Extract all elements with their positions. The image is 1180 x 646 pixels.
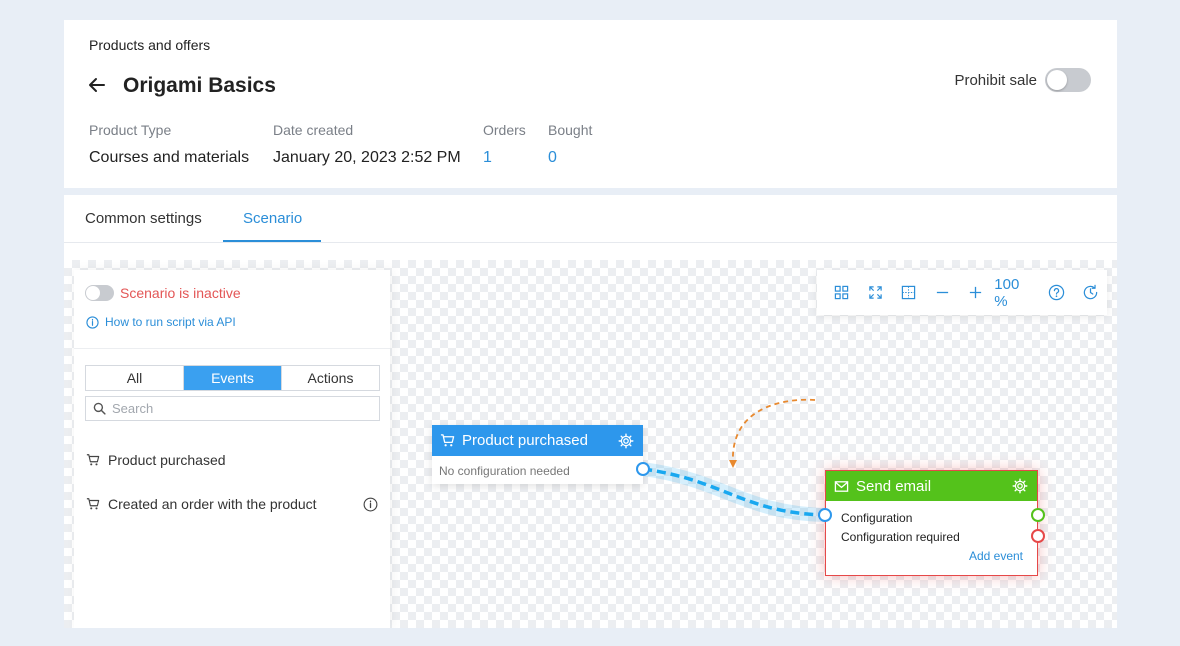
api-help-link[interactable]: How to run script via API: [86, 315, 236, 329]
meta-label: Date created: [273, 122, 354, 138]
info-icon[interactable]: [363, 497, 378, 517]
meta-label: Bought: [548, 122, 593, 138]
product-header: Products and offers Origami Basics Prohi…: [64, 20, 1117, 188]
tab-scenario[interactable]: Scenario: [243, 210, 302, 227]
filter-all[interactable]: All: [86, 366, 184, 390]
prohibit-sale-toggle[interactable]: [1045, 68, 1091, 92]
success-port[interactable]: [1031, 508, 1045, 522]
add-event-link[interactable]: Add event: [969, 549, 1023, 563]
api-help-label: How to run script via API: [105, 315, 236, 329]
search-input[interactable]: [112, 401, 372, 416]
gear-icon[interactable]: [617, 432, 635, 450]
output-port[interactable]: [636, 462, 650, 476]
divider: [74, 348, 390, 349]
active-tab-indicator: [223, 240, 321, 242]
back-arrow-icon[interactable]: [86, 74, 108, 96]
search-icon: [93, 402, 106, 415]
prohibit-sale-label: Prohibit sale: [954, 71, 1037, 89]
node-subtitle: No configuration needed: [439, 464, 570, 478]
action-node-send-email[interactable]: Send email Configuration Configuration r…: [818, 470, 1045, 576]
events-panel: Scenario is inactive How to run script v…: [74, 270, 390, 628]
bought-count-link[interactable]: 0: [548, 149, 592, 167]
help-icon[interactable]: [1040, 278, 1073, 308]
meta-bought: Bought 0: [548, 122, 592, 167]
zoom-out-icon[interactable]: [925, 278, 958, 308]
scenario-card: Common settings Scenario Scenario is ina…: [64, 195, 1117, 628]
fit-screen-icon[interactable]: [858, 278, 891, 308]
search-box: [85, 396, 380, 421]
page-title: Origami Basics: [123, 74, 276, 97]
event-item-product-purchased[interactable]: Product purchased: [86, 452, 226, 468]
meta-value: January 20, 2023 2:52 PM: [273, 149, 461, 166]
meta-value: Courses and materials: [89, 149, 250, 166]
scenario-active-toggle[interactable]: [85, 285, 114, 301]
canvas-toolbar: 100 %: [817, 270, 1107, 315]
event-item-order-created[interactable]: Created an order with the product: [86, 496, 317, 512]
select-area-icon[interactable]: [892, 278, 925, 308]
node-title: Product purchased: [462, 432, 588, 449]
prohibit-sale-control: Prohibit sale: [954, 68, 1091, 92]
meta-orders: Orders 1: [483, 122, 526, 167]
failure-port[interactable]: [1031, 529, 1045, 543]
zoom-in-icon[interactable]: [959, 278, 992, 308]
filter-events[interactable]: Events: [184, 366, 282, 390]
trigger-node-product-purchased[interactable]: Product purchased No configuration neede…: [432, 425, 650, 484]
input-port[interactable]: [818, 508, 832, 522]
node-header: Product purchased: [432, 425, 643, 456]
cart-icon: [86, 454, 100, 466]
grid-icon[interactable]: [825, 278, 858, 308]
scenario-status: Scenario is inactive: [120, 285, 241, 301]
node-config-status: Configuration required: [841, 530, 960, 544]
node-config-label: Configuration: [841, 511, 913, 525]
history-icon[interactable]: [1074, 278, 1107, 308]
zoom-level: 100 %: [994, 275, 1020, 310]
meta-product-type: Product Type Courses and materials: [89, 122, 249, 167]
tab-bar: Common settings Scenario: [64, 195, 1117, 243]
node-title: Send email: [856, 477, 932, 495]
filter-actions[interactable]: Actions: [282, 366, 379, 390]
meta-label: Orders: [483, 122, 526, 138]
mail-icon: [834, 480, 849, 492]
breadcrumb[interactable]: Products and offers: [89, 37, 210, 53]
cart-icon: [86, 498, 100, 510]
gear-icon[interactable]: [1011, 477, 1029, 495]
event-label: Created an order with the product: [108, 496, 317, 512]
cart-icon: [440, 434, 455, 447]
info-icon: [86, 315, 99, 329]
node-header: Send email: [826, 471, 1037, 501]
filter-segmented-control: All Events Actions: [85, 365, 380, 391]
orders-count-link[interactable]: 1: [483, 149, 526, 167]
meta-date-created: Date created January 20, 2023 2:52 PM: [273, 122, 461, 167]
meta-label: Product Type: [89, 122, 172, 138]
tab-common-settings[interactable]: Common settings: [85, 210, 202, 227]
event-label: Product purchased: [108, 452, 226, 468]
